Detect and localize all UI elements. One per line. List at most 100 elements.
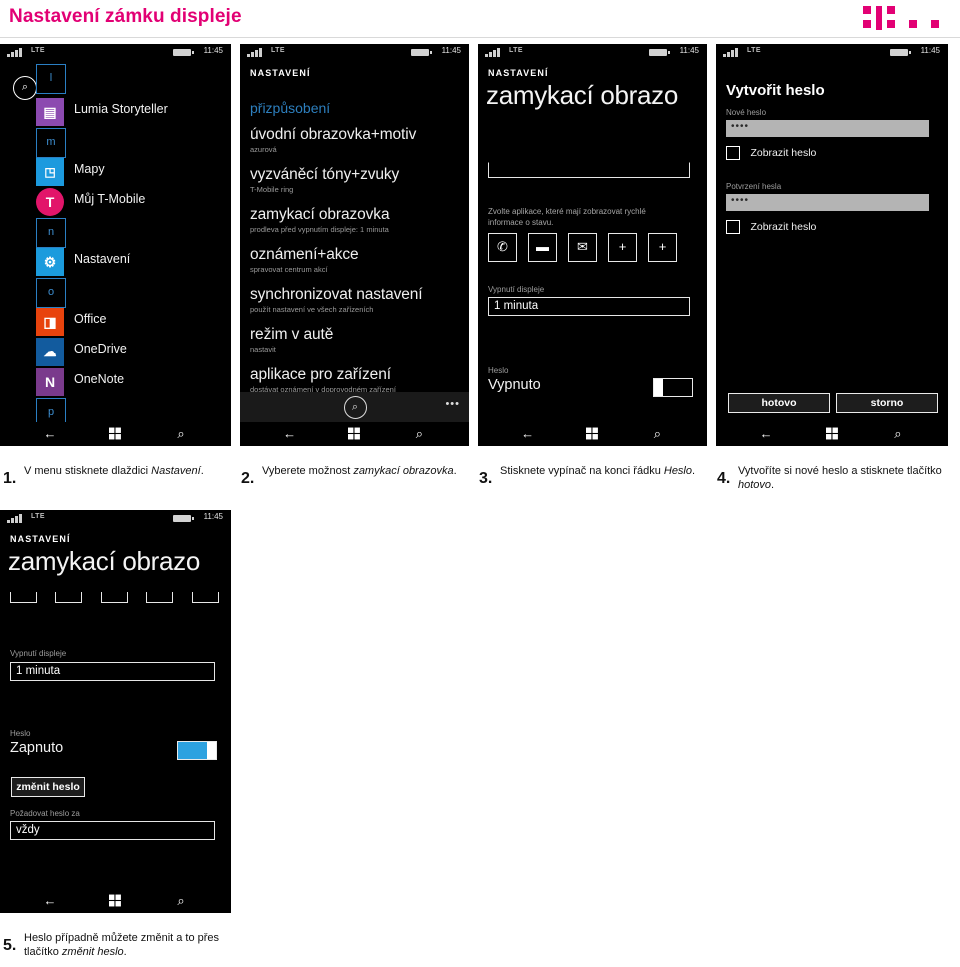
- page-title: zamykací obrazo: [8, 546, 201, 576]
- back-button[interactable]: ←: [277, 426, 303, 442]
- app-tile-outline[interactable]: l: [36, 64, 66, 94]
- quick-status-box-cutoff[interactable]: [10, 592, 37, 603]
- settings-item-lock-screen[interactable]: zamykací obrazovka prodleva před vypnutí…: [250, 206, 463, 235]
- toggle-knob: [207, 742, 216, 759]
- screen-timeout-select[interactable]: 1 minuta: [10, 662, 215, 681]
- quick-status-row-cutoff[interactable]: [10, 590, 219, 608]
- home-button[interactable]: [103, 426, 129, 443]
- nav-bar[interactable]: ← ⌕: [478, 422, 707, 446]
- plus-icon[interactable]: +: [608, 233, 637, 262]
- checkbox-icon[interactable]: [726, 219, 740, 234]
- password-toggle[interactable]: [653, 378, 693, 397]
- cut-off-field[interactable]: [488, 162, 690, 178]
- done-button[interactable]: hotovo: [728, 393, 830, 413]
- page-header: Nastavení zámku displeje: [0, 0, 960, 38]
- caption-text-a: Stisknete vypínač na konci řádku: [500, 465, 664, 477]
- back-button[interactable]: ←: [753, 426, 779, 442]
- more-options-icon[interactable]: •••: [445, 398, 460, 410]
- screen-timeout-value: 1 minuta: [16, 665, 61, 677]
- settings-item[interactable]: úvodní obrazovka+motiv azurová: [250, 126, 463, 155]
- caption-text: V menu stisknete dlaždici Nastavení.: [24, 464, 234, 478]
- cancel-button[interactable]: storno: [836, 393, 938, 413]
- home-button[interactable]: [580, 426, 606, 443]
- message-icon[interactable]: ▬: [528, 233, 557, 262]
- settings-item-sub: T-Mobile ring: [250, 185, 294, 194]
- clock-label: 11:45: [679, 46, 699, 55]
- phone-icon[interactable]: ✆: [488, 233, 517, 262]
- app-tile-outline[interactable]: n: [36, 218, 66, 248]
- password-toggle[interactable]: [177, 741, 217, 760]
- show-password-checkbox-row-2[interactable]: Zobrazit heslo: [726, 218, 816, 236]
- caption-text-b: .: [692, 465, 696, 477]
- app-tile[interactable]: N: [36, 368, 64, 396]
- password-label: Heslo: [10, 729, 31, 738]
- status-bar: LTE 11:45: [478, 44, 707, 60]
- password-label: Heslo: [488, 366, 509, 375]
- nav-bar[interactable]: ← ⌕: [0, 422, 231, 446]
- caption-text-b: .: [200, 465, 204, 477]
- checkbox-icon[interactable]: [726, 145, 740, 160]
- search-button[interactable]: ⌕: [168, 893, 194, 909]
- settings-item[interactable]: aplikace pro zařízení dostávat oznámení …: [250, 366, 463, 395]
- clock-label: 11:45: [203, 46, 223, 55]
- caption-text: Heslo případně můžete změnit a to přes t…: [24, 931, 234, 959]
- caption-text-b: .: [453, 465, 457, 477]
- caption-emphasis: zamykací obrazovka: [353, 465, 454, 477]
- phone-screenshot-lockscreen-on: LTE 11:45 NASTAVENÍ zamykací obrazo Vypn…: [0, 510, 231, 913]
- quick-status-box-cutoff[interactable]: [191, 592, 219, 603]
- change-password-button[interactable]: změnit heslo: [11, 777, 85, 797]
- app-label: OneDrive: [74, 342, 127, 356]
- search-button[interactable]: ⌕: [644, 426, 670, 442]
- search-button[interactable]: ⌕: [406, 426, 432, 442]
- pivot-header-personalization[interactable]: přizpůsobení: [250, 100, 330, 116]
- home-button[interactable]: [819, 426, 845, 443]
- home-button[interactable]: [103, 893, 129, 910]
- app-tile[interactable]: ⚙: [36, 248, 64, 276]
- settings-item[interactable]: režim v autě nastavit: [250, 326, 463, 355]
- settings-item[interactable]: oznámení+akce spravovat centrum akcí: [250, 246, 463, 275]
- plus-icon[interactable]: +: [648, 233, 677, 262]
- app-tile[interactable]: T: [36, 188, 64, 216]
- settings-item-sub: nastavit: [250, 345, 276, 354]
- header-divider: [0, 37, 960, 38]
- t-mobile-icon: T: [45, 194, 55, 210]
- signal-icon: [7, 48, 29, 57]
- search-button[interactable]: ⌕: [885, 426, 911, 442]
- quick-status-box-cutoff[interactable]: [55, 592, 83, 603]
- quick-status-hint: Zvolte aplikace, které mají zobrazovat r…: [488, 207, 646, 227]
- require-password-select[interactable]: vždy: [10, 821, 215, 840]
- quick-status-box-cutoff[interactable]: [146, 592, 174, 603]
- search-icon[interactable]: ⌕: [343, 396, 367, 419]
- app-tile[interactable]: ☁: [36, 338, 64, 366]
- settings-item[interactable]: vyzváněcí tóny+zvuky T-Mobile ring: [250, 166, 463, 195]
- quick-status-box-cutoff[interactable]: [100, 592, 128, 603]
- nav-bar[interactable]: ← ⌕: [240, 422, 469, 446]
- maps-icon: ◳: [44, 165, 56, 179]
- app-tile-outline[interactable]: o: [36, 278, 66, 308]
- nav-bar[interactable]: ← ⌕: [0, 889, 231, 913]
- app-tile[interactable]: ◳: [36, 158, 64, 186]
- confirm-password-field[interactable]: ••••: [726, 194, 929, 211]
- back-button[interactable]: ←: [37, 426, 63, 442]
- page-kicker: NASTAVENÍ: [250, 68, 311, 78]
- caption-number: 4.: [717, 470, 731, 487]
- app-tile[interactable]: ◨: [36, 308, 64, 336]
- app-tile[interactable]: ▤: [36, 98, 64, 126]
- app-list[interactable]: ⌕ l ▤ Lumia Storyteller m ◳ Mapy T Můj T…: [0, 60, 231, 434]
- back-button[interactable]: ←: [37, 893, 63, 909]
- caption-text-b: .: [771, 479, 775, 491]
- search-icon[interactable]: ⌕: [13, 76, 37, 100]
- screen-timeout-select[interactable]: 1 minuta: [488, 297, 690, 316]
- home-button[interactable]: [342, 426, 368, 443]
- settings-item-title: úvodní obrazovka+motiv: [250, 126, 417, 143]
- clock-label: 11:45: [203, 512, 223, 521]
- settings-item[interactable]: synchronizovat nastavení použít nastaven…: [250, 286, 463, 315]
- nav-bar[interactable]: ← ⌕: [716, 422, 948, 446]
- search-button[interactable]: ⌕: [168, 426, 194, 442]
- back-button[interactable]: ←: [515, 426, 541, 442]
- app-tile-outline[interactable]: m: [36, 128, 66, 158]
- new-password-field[interactable]: ••••: [726, 120, 929, 137]
- show-password-checkbox-row-1[interactable]: Zobrazit heslo: [726, 144, 816, 162]
- app-bar[interactable]: ⌕ •••: [240, 392, 469, 422]
- mail-icon[interactable]: ✉: [568, 233, 597, 262]
